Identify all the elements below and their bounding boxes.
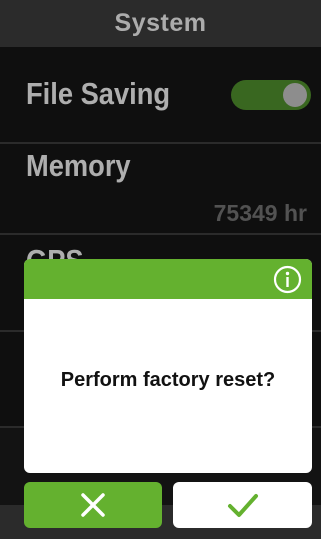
dialog-header (24, 259, 312, 299)
confirm-dialog: Perform factory reset? (24, 259, 312, 473)
check-icon (227, 494, 258, 517)
cancel-button[interactable] (24, 482, 162, 528)
info-icon (273, 265, 302, 294)
close-icon (81, 493, 105, 517)
confirm-button[interactable] (173, 482, 312, 528)
dialog-message: Perform factory reset? (60, 369, 276, 391)
